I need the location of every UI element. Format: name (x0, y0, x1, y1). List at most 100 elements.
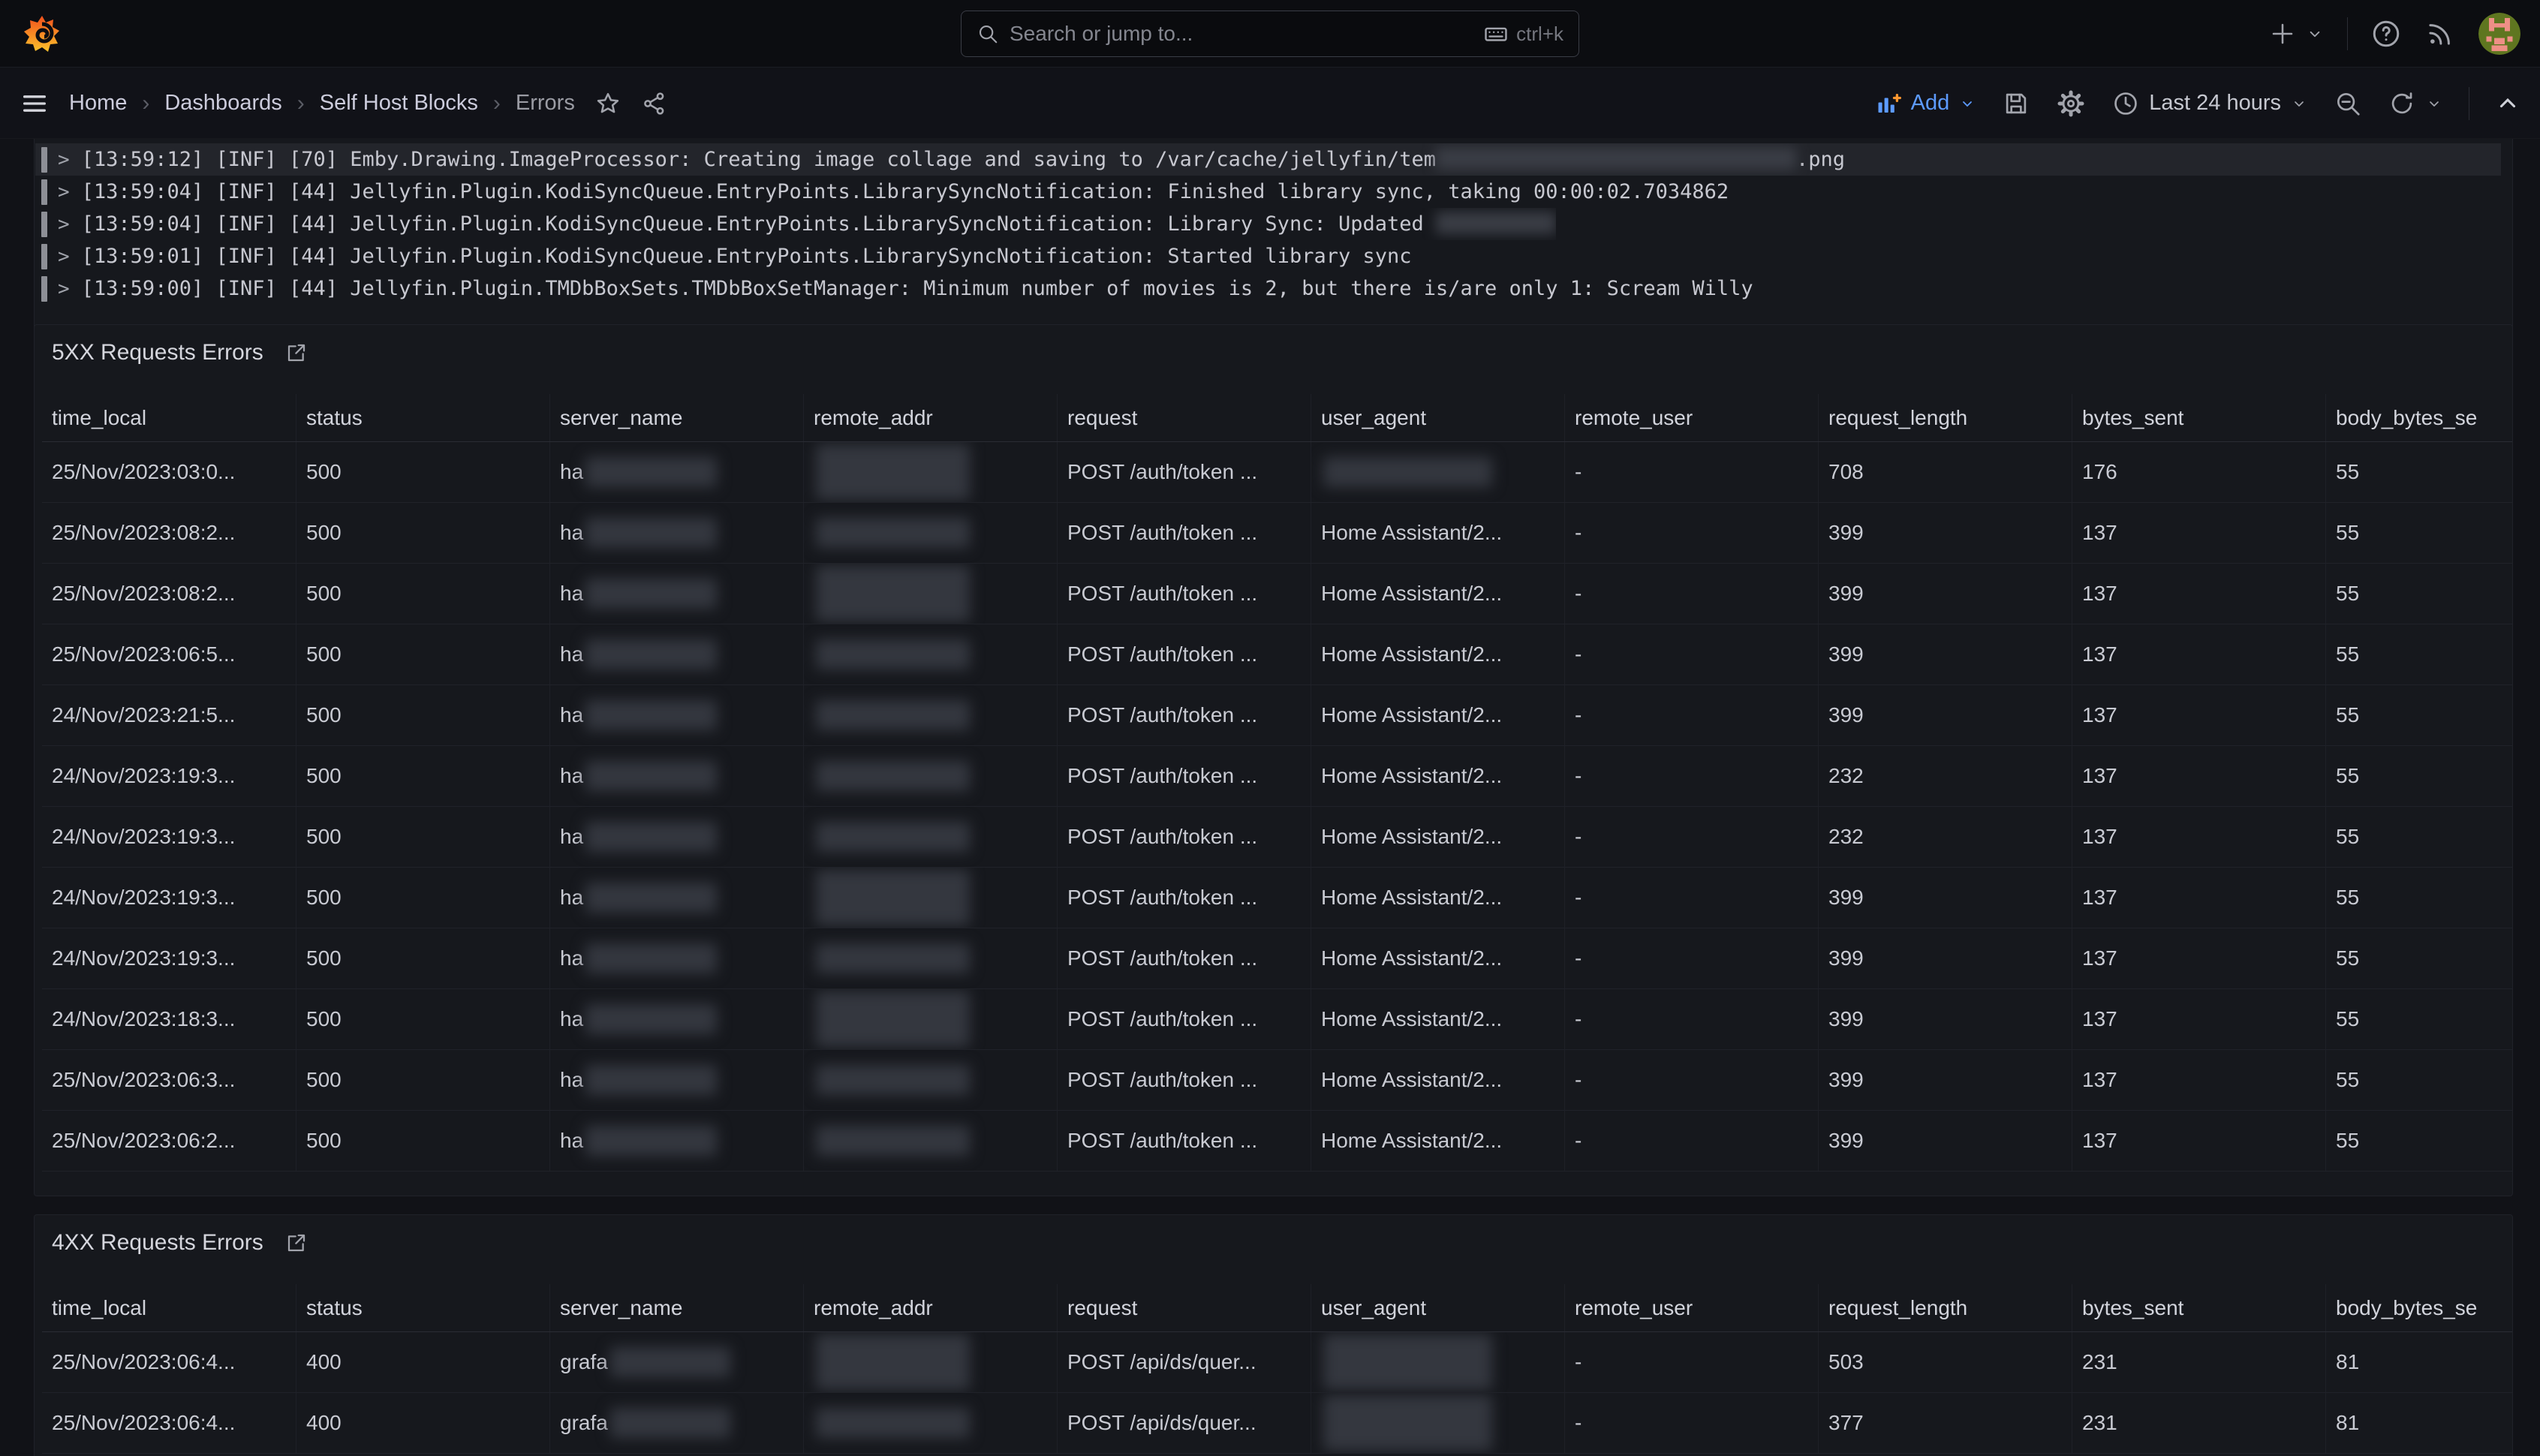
cell-value: 81 (2336, 1411, 2359, 1435)
cell-value: - (1575, 521, 1581, 545)
table-cell: Home Assistant/2... (1311, 746, 1564, 806)
table-cell: 24/Nov/2023:19:3... (42, 746, 296, 806)
column-header-time_local[interactable]: time_local (42, 1284, 296, 1331)
column-header-request[interactable]: request (1057, 1284, 1311, 1331)
cell-value: - (1575, 1411, 1581, 1435)
table-cell: 500 (296, 564, 549, 624)
breadcrumb-dashboards[interactable]: Dashboards (164, 91, 281, 116)
cell-value: POST /auth/token ... (1067, 642, 1257, 666)
log-row[interactable]: >[13:59:04] [INF] [44] Jellyfin.Plugin.K… (35, 176, 2501, 208)
cell-value: 399 (1828, 642, 1864, 666)
panel-5xx-requests-errors: 5XX Requests Errors time_localstatusserv… (34, 324, 2513, 1196)
log-expand-chevron-icon[interactable]: > (58, 278, 70, 300)
log-level-bar (41, 212, 47, 237)
cell-value: 55 (2336, 1007, 2359, 1031)
table-cell: 55 (2325, 1050, 2512, 1110)
redacted-value (1436, 147, 1796, 170)
column-header-user_agent[interactable]: user_agent (1311, 1284, 1564, 1331)
table-cell: 25/Nov/2023:06:2... (42, 1111, 296, 1171)
log-expand-chevron-icon[interactable]: > (58, 181, 70, 203)
cell-value: 500 (306, 460, 342, 484)
plus-icon (2269, 20, 2296, 47)
log-expand-chevron-icon[interactable]: > (58, 213, 70, 236)
breadcrumb-folder[interactable]: Self Host Blocks (320, 91, 478, 116)
grafana-logo-icon[interactable] (23, 14, 62, 53)
panel-title[interactable]: 5XX Requests Errors (52, 340, 263, 366)
log-row[interactable]: >[13:59:00] [INF] [44] Jellyfin.Plugin.T… (35, 272, 2501, 305)
cell-value: ha (560, 764, 583, 788)
breadcrumb-home[interactable]: Home (69, 91, 127, 116)
panel-title[interactable]: 4XX Requests Errors (52, 1230, 263, 1256)
log-row[interactable]: >[13:59:01] [INF] [44] Jellyfin.Plugin.K… (35, 240, 2501, 272)
news-rss-button[interactable] (2424, 18, 2456, 50)
menu-hamburger-button[interactable] (20, 89, 50, 119)
cell-value: 231 (2082, 1350, 2117, 1374)
column-header-time_local[interactable]: time_local (42, 394, 296, 441)
column-header-server_name[interactable]: server_name (549, 394, 803, 441)
redacted-value (816, 943, 970, 973)
table-cell: - (1564, 442, 1818, 502)
column-header-bytes_sent[interactable]: bytes_sent (2072, 394, 2325, 441)
column-header-body_bytes_se[interactable]: body_bytes_se (2325, 394, 2512, 441)
column-header-body_bytes_se[interactable]: body_bytes_se (2325, 1284, 2512, 1331)
cell-value: 55 (2336, 521, 2359, 545)
external-link-icon[interactable] (284, 341, 308, 365)
cell-value: Home Assistant/2... (1321, 1068, 1502, 1092)
log-level-bar (41, 147, 47, 173)
cell-value: 500 (306, 521, 342, 545)
cell-value: ha (560, 1007, 583, 1031)
cell-value: 24/Nov/2023:18:3... (52, 1007, 235, 1031)
column-header-bytes_sent[interactable]: bytes_sent (2072, 1284, 2325, 1331)
log-message: [13:59:12] [INF] [70] Emby.Drawing.Image… (82, 143, 1845, 176)
column-header-server_name[interactable]: server_name (549, 1284, 803, 1331)
share-button[interactable] (641, 90, 668, 117)
cell-value: grafa (560, 1350, 608, 1374)
log-row[interactable]: > [13:59:12] [INF] [70] Emby.Drawing.Imag… (35, 143, 2501, 176)
column-header-remote_addr[interactable]: remote_addr (803, 394, 1057, 441)
column-header-user_agent[interactable]: user_agent (1311, 394, 1564, 441)
column-header-status[interactable]: status (296, 394, 549, 441)
redacted-value (816, 1334, 970, 1390)
log-expand-chevron-icon[interactable]: > (58, 149, 70, 171)
log-row[interactable]: >[13:59:04] [INF] [44] Jellyfin.Plugin.K… (35, 208, 2501, 240)
column-header-status[interactable]: status (296, 1284, 549, 1331)
table-cell: POST /auth/token ... (1057, 868, 1311, 928)
cell-value: 55 (2336, 1068, 2359, 1092)
column-header-remote_addr[interactable]: remote_addr (803, 1284, 1057, 1331)
table-cell: 232 (1818, 746, 2072, 806)
table-cell: Home Assistant/2... (1311, 989, 1564, 1049)
table-cell (803, 868, 1057, 928)
time-range-picker[interactable]: Last 24 hours (2111, 89, 2308, 118)
column-header-remote_user[interactable]: remote_user (1564, 1284, 1818, 1331)
column-header-request_length[interactable]: request_length (1818, 394, 2072, 441)
column-header-request[interactable]: request (1057, 394, 1311, 441)
cell-value: 25/Nov/2023:08:2... (52, 521, 235, 545)
collapse-controls-chevron-up-button[interactable] (2495, 91, 2520, 116)
cell-value: 503 (1828, 1350, 1864, 1374)
redacted-value (1323, 457, 1492, 487)
table-cell: 500 (296, 503, 549, 563)
new-menu-button[interactable] (2269, 20, 2325, 47)
add-panel-button[interactable]: Add (1875, 90, 1977, 117)
user-avatar[interactable] (2478, 13, 2520, 55)
cell-value: Home Assistant/2... (1321, 1129, 1502, 1153)
table-row: 24/Nov/2023:19:3...500haPOST /auth/token… (42, 868, 2512, 928)
save-dashboard-button[interactable] (2002, 89, 2030, 118)
column-header-remote_user[interactable]: remote_user (1564, 394, 1818, 441)
help-button[interactable] (2370, 18, 2402, 50)
refresh-button[interactable] (2388, 89, 2443, 118)
favorite-star-button[interactable] (594, 90, 621, 117)
cell-value: - (1575, 1007, 1581, 1031)
cell-value: 137 (2082, 946, 2117, 970)
search-input[interactable]: Search or jump to... ctrl+k (961, 11, 1579, 57)
column-header-request_length[interactable]: request_length (1818, 1284, 2072, 1331)
external-link-icon[interactable] (284, 1231, 308, 1255)
cell-value: ha (560, 703, 583, 727)
dashboard-settings-gear-button[interactable] (2056, 89, 2086, 119)
cell-value: ha (560, 460, 583, 484)
zoom-out-time-button[interactable] (2334, 89, 2362, 118)
log-expand-chevron-icon[interactable]: > (58, 245, 70, 268)
table-cell (1311, 1393, 1564, 1453)
table-cell: 81 (2325, 1332, 2512, 1392)
redacted-value (816, 444, 970, 500)
